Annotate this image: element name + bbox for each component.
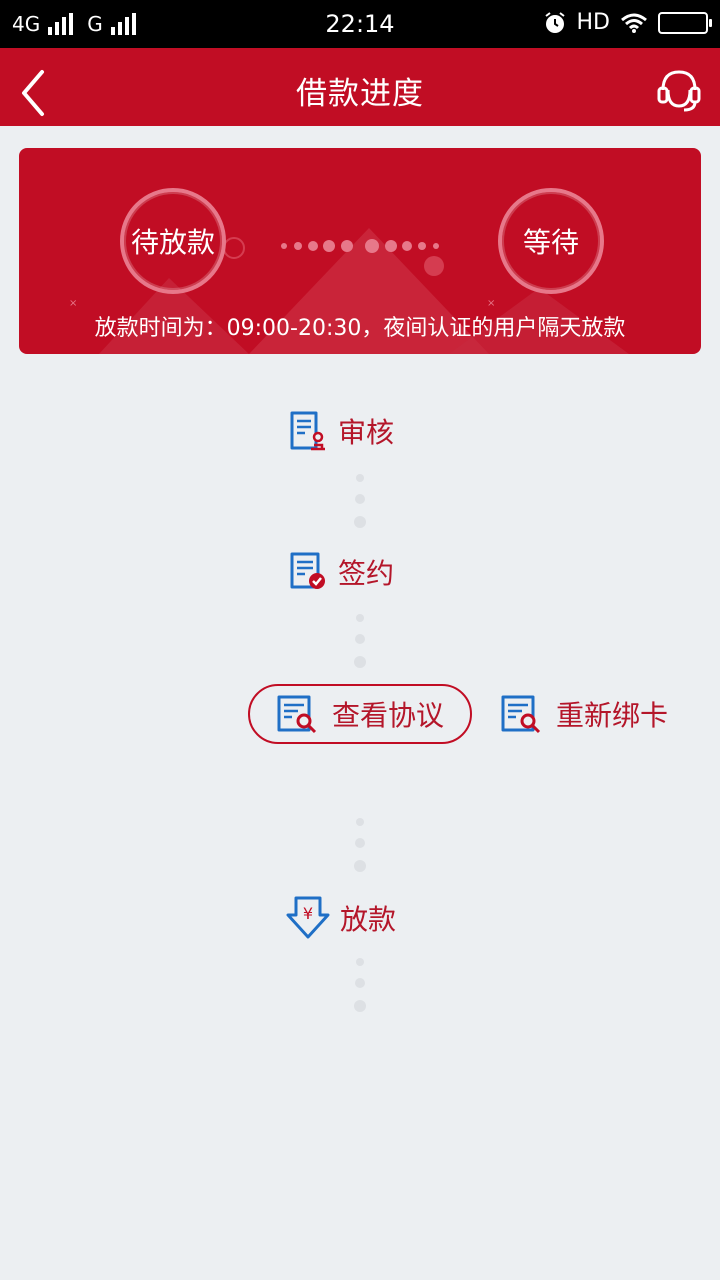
step-disburse-label: 放款: [340, 903, 397, 936]
payout-time-note: 放款时间为：09:00-20:30，夜间认证的用户隔天放款: [94, 316, 626, 341]
status-icons: HD: [543, 10, 712, 35]
status-next-label: 等待: [522, 226, 579, 259]
nav-bar: 借款进度: [0, 48, 720, 126]
document-search-icon: [277, 695, 317, 734]
rebind-card-label: 重新绑卡: [556, 699, 669, 732]
page-title: 借款进度: [296, 76, 424, 112]
document-search-icon: [501, 695, 541, 734]
progress-banner: × × 待放款 等待 放款时间为：09:00-20:30，夜间认证的用户隔天放款: [19, 148, 701, 354]
step-review-label: 审核: [338, 416, 395, 449]
yuan-download-icon: ¥: [286, 896, 330, 939]
status-current-label: 待放款: [130, 226, 215, 259]
headset-icon[interactable]: [654, 64, 704, 114]
battery-icon: [658, 11, 712, 34]
step-sign: 签约: [288, 551, 394, 593]
step-connector: [353, 612, 367, 672]
step-review: 审核: [288, 410, 394, 452]
hd-indicator: HD: [576, 10, 610, 35]
view-agreement-button[interactable]: 查看协议: [248, 684, 472, 744]
step-connector: [353, 956, 367, 1016]
rebind-card-button[interactable]: 重新绑卡: [500, 684, 668, 744]
step-sign-label: 签约: [338, 557, 395, 590]
wifi-icon: [621, 13, 647, 33]
view-agreement-label: 查看协议: [331, 700, 444, 731]
status-bar: 4G G 22:14 HD: [0, 0, 720, 48]
svg-text:×: ×: [487, 298, 495, 309]
step-disburse: ¥ 放款: [286, 895, 396, 941]
svg-text:×: ×: [69, 298, 77, 309]
alarm-clock-icon: [544, 11, 565, 33]
step-connector: [353, 816, 367, 876]
document-stamp-icon: [290, 411, 325, 451]
document-check-icon: [290, 552, 325, 589]
svg-text:¥: ¥: [303, 904, 313, 923]
step-connector: [353, 472, 367, 532]
